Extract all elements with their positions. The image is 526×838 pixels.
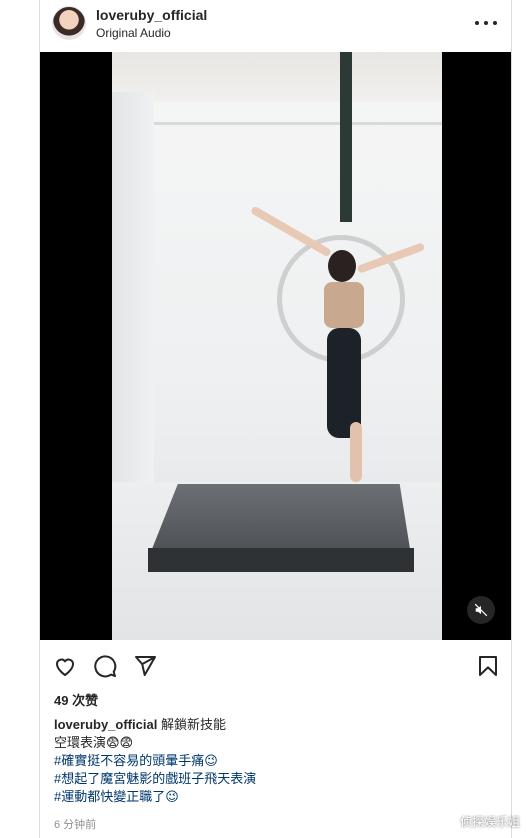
caption-text: 解鎖新技能 [160,717,226,732]
avatar[interactable] [52,6,86,40]
muted-speaker-icon[interactable] [467,596,495,624]
action-bar [40,646,511,686]
hashtag[interactable]: #想起了魔宮魅影的戲班子飛天表演 [54,770,494,788]
bookmark-icon[interactable] [476,654,500,678]
caption-line: 空環表演😨😨 [54,735,134,750]
timestamp[interactable]: 6 分钟前 [54,816,96,832]
video-frame [112,52,442,640]
send-icon[interactable] [133,654,157,678]
more-options-icon[interactable] [475,14,497,32]
caption-username[interactable]: loveruby_official [54,717,157,732]
heart-icon[interactable] [53,654,77,678]
watermark: 侦探娱乐姐 [459,815,520,829]
video-player[interactable] [40,52,511,640]
audio-label[interactable]: Original Audio [96,26,171,40]
instagram-post: loveruby_official Original Audio 49 次赞 l… [39,0,512,838]
hashtag[interactable]: #運動都快變正職了😉 [54,788,494,806]
caption: loveruby_official 解鎖新技能 空環表演😨😨 #確實挺不容易的頭… [54,716,494,806]
post-header: loveruby_official Original Audio [40,0,511,52]
hashtag[interactable]: #確實挺不容易的頭暈手痛😉 [54,752,494,770]
comment-icon[interactable] [93,654,117,678]
username[interactable]: loveruby_official [96,7,207,23]
like-count[interactable]: 49 次赞 [54,690,98,709]
